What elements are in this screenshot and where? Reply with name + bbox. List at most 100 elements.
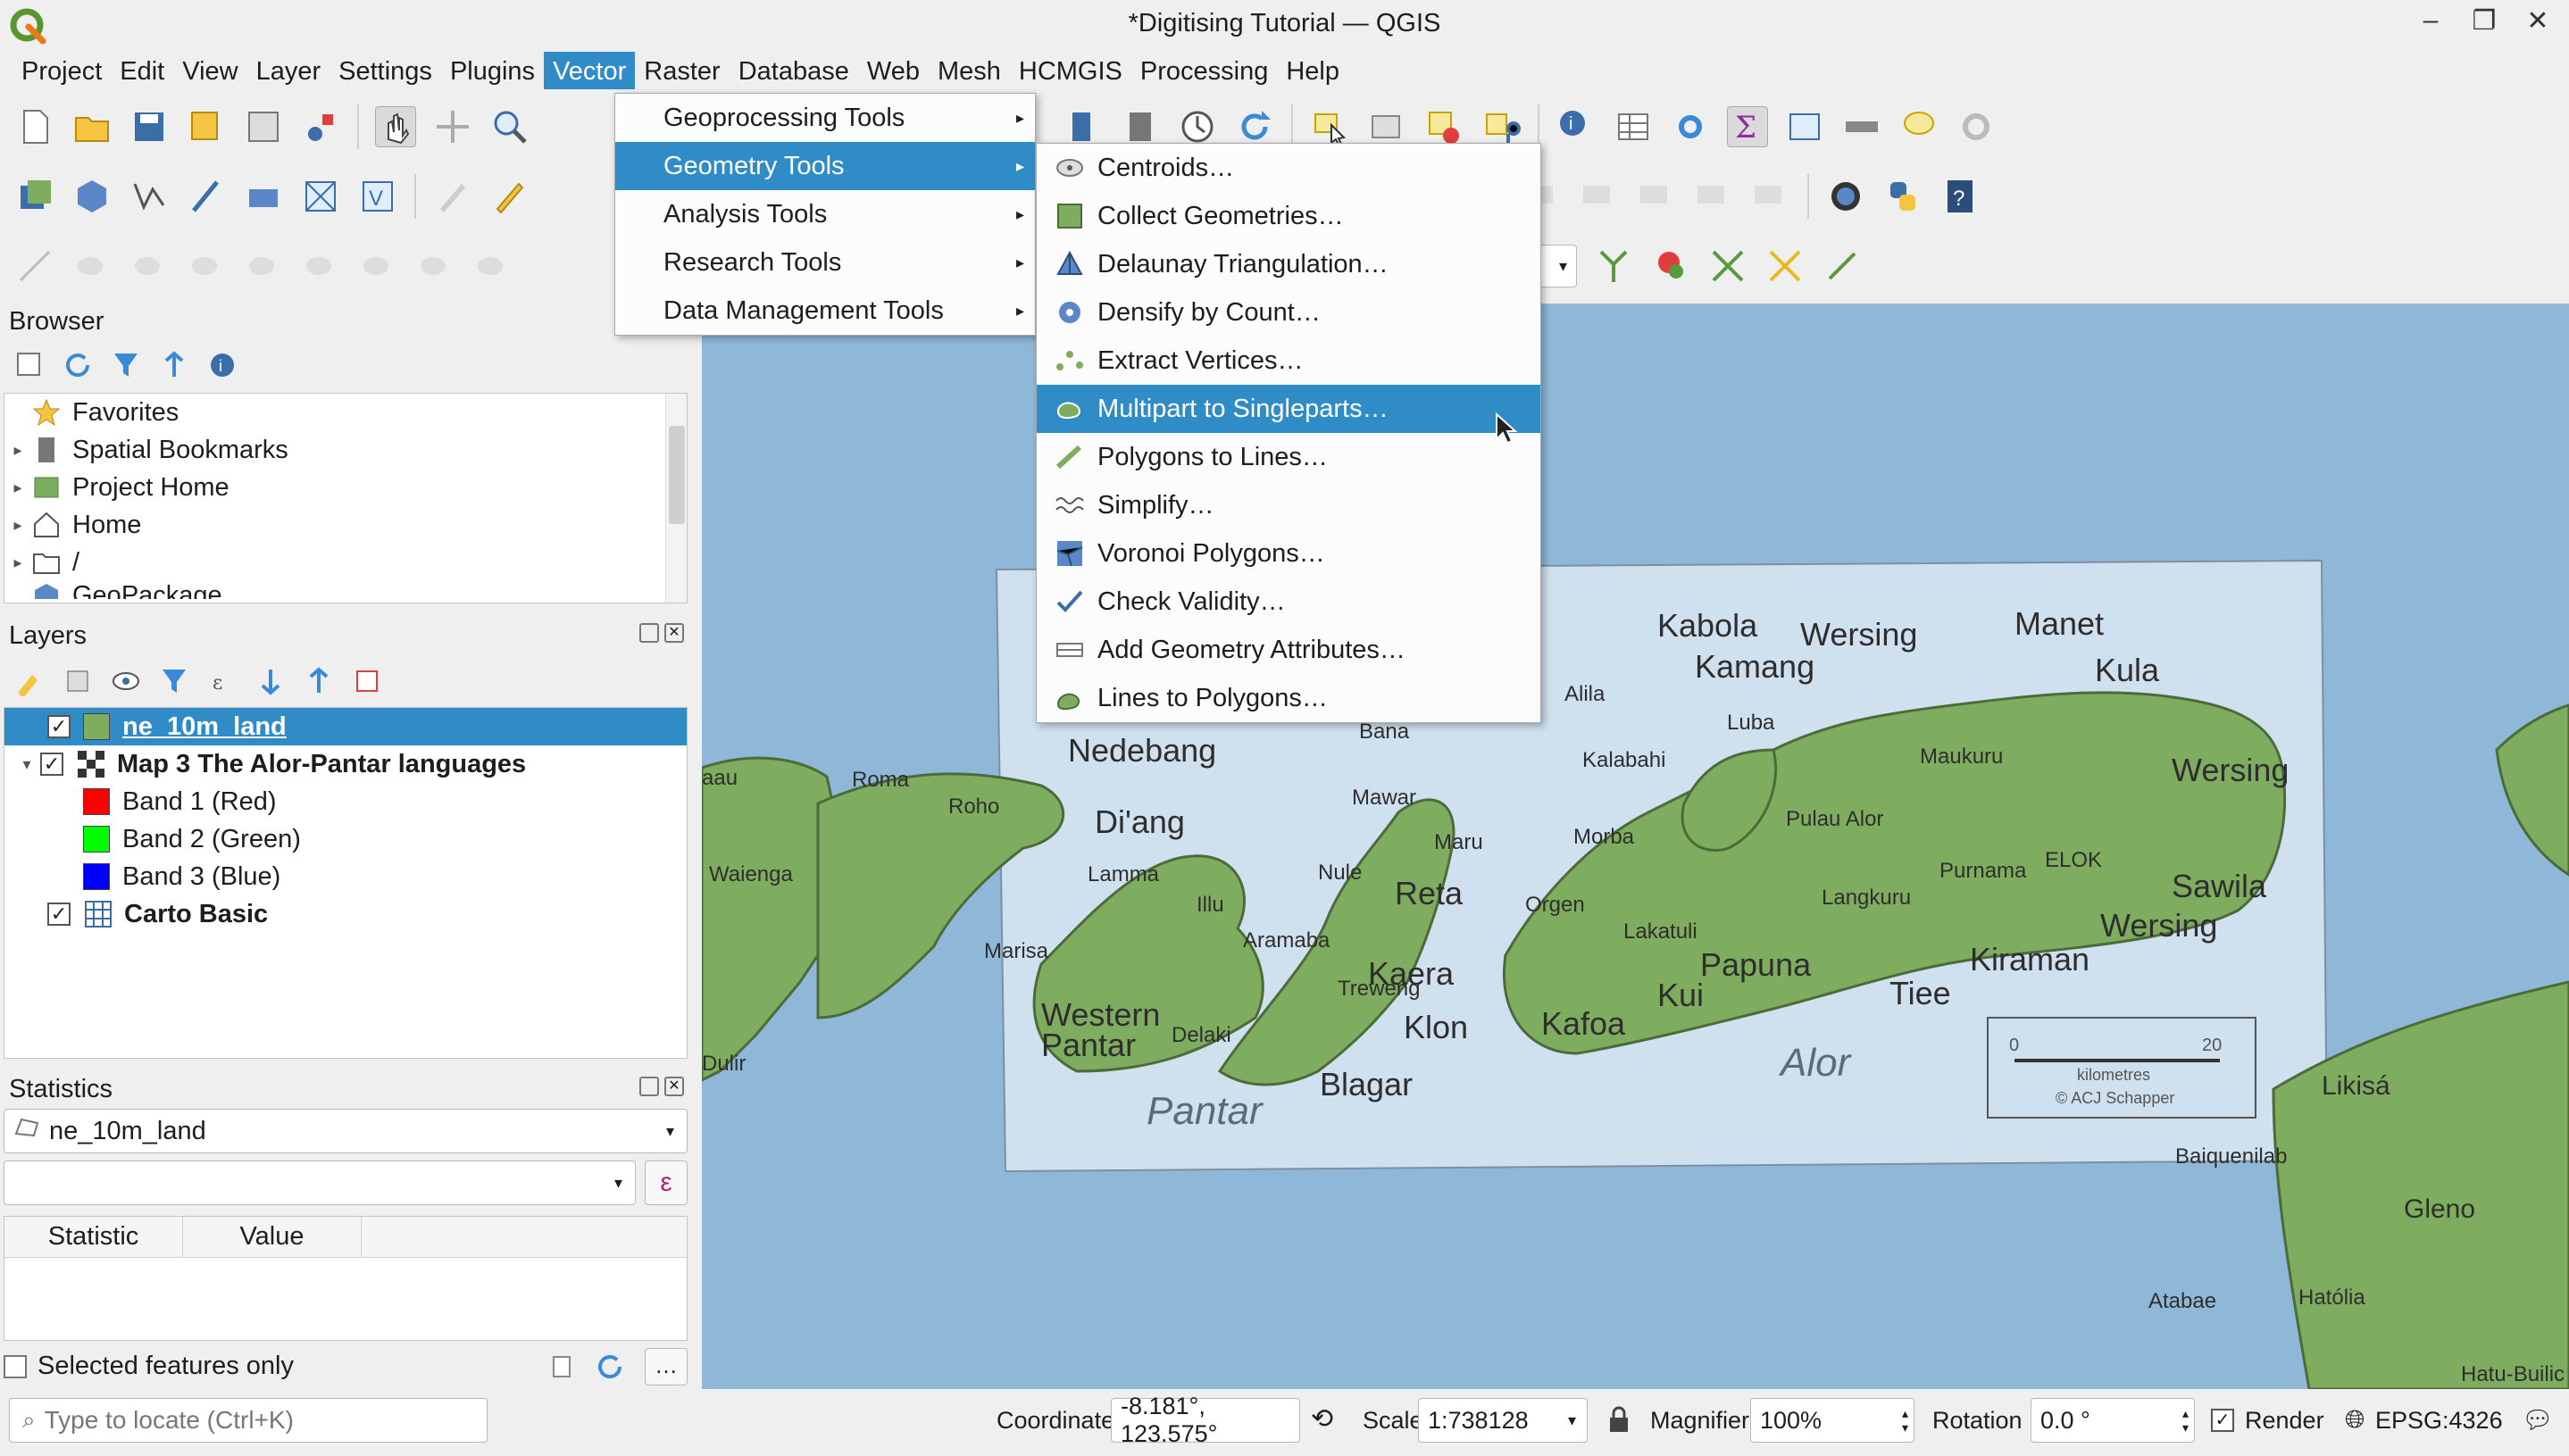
expand-all-icon[interactable] [255, 666, 286, 696]
trace-icon[interactable] [1764, 245, 1806, 287]
save-project-icon[interactable] [129, 106, 170, 147]
label-rotate-icon[interactable] [1693, 176, 1734, 217]
label-move-icon[interactable] [1636, 176, 1677, 217]
python-console-icon[interactable] [1882, 176, 1923, 217]
messages-icon[interactable]: 💬︎ [2522, 1405, 2554, 1435]
topology-icon[interactable] [1650, 245, 1691, 287]
menu-item-voronoi-polygons[interactable]: Voronoi Polygons… [1037, 529, 1540, 578]
select-by-value-icon[interactable] [1366, 106, 1407, 147]
statistics-icon[interactable]: Σ [1727, 106, 1768, 147]
temporal-controller-icon[interactable] [1177, 106, 1218, 147]
toggle-extents-icon[interactable]: ⟲ [1311, 1403, 1333, 1435]
menu-help[interactable]: Help [1277, 52, 1348, 89]
style-manager-icon[interactable] [300, 106, 341, 147]
menu-item-multipart-to-singleparts[interactable]: Multipart to Singleparts… [1037, 385, 1540, 433]
rotation-spinbox[interactable]: 0.0 ° ▴ ▾ [2031, 1398, 2195, 1443]
scale-select[interactable]: 1:738128 ▾ [1418, 1398, 1588, 1443]
crs-button[interactable]: EPSG:4326 [2375, 1407, 2503, 1435]
menu-item-add-geometry-attributes[interactable]: Add Geometry Attributes… [1037, 626, 1540, 674]
menu-item-collect-geometries[interactable]: Collect Geometries… [1037, 192, 1540, 240]
snapping-tool-icon[interactable] [1593, 245, 1634, 287]
crs-globe-icon[interactable]: 🌐︎ [2345, 1405, 2365, 1435]
browser-item-project-home[interactable]: ▸ Project Home [4, 469, 687, 506]
offset-curve-icon[interactable] [300, 245, 341, 287]
intersection-icon[interactable] [1707, 245, 1748, 287]
open-table-icon[interactable] [1784, 106, 1825, 147]
attribute-table-icon[interactable] [1613, 106, 1654, 147]
layout-manager-icon[interactable] [243, 106, 284, 147]
menu-layer[interactable]: Layer [247, 52, 330, 89]
magnifier-spinbox[interactable]: 100% ▴ ▾ [1750, 1398, 1914, 1443]
menu-item-simplify[interactable]: Simplify… [1037, 481, 1540, 529]
map-tips-icon[interactable] [1898, 106, 1939, 147]
refresh-icon[interactable] [63, 350, 93, 380]
add-group-icon[interactable] [63, 666, 93, 696]
menu-processing[interactable]: Processing [1131, 52, 1277, 89]
menu-item-data-management-tools[interactable]: Data Management Tools ▸ [615, 287, 1035, 335]
menu-item-check-validity[interactable]: Check Validity… [1037, 578, 1540, 626]
menu-hcmgis[interactable]: HCMGIS [1010, 52, 1131, 89]
open-project-icon[interactable] [71, 106, 113, 147]
collapse-all-icon[interactable] [159, 350, 189, 380]
help-icon[interactable]: ? [1939, 176, 1981, 217]
statistics-layer-select[interactable]: ne_10m_land ▾ [4, 1109, 688, 1153]
rotate-point-icon[interactable] [471, 245, 513, 287]
add-selected-layers-icon[interactable] [14, 350, 45, 380]
layer-visibility-checkbox[interactable]: ✓ [47, 715, 71, 738]
measure-icon[interactable] [1841, 106, 1882, 147]
browser-item-geopackage[interactable]: GeoPackage [4, 581, 687, 599]
render-checkbox[interactable]: ✓ [2211, 1409, 2234, 1432]
menu-plugins[interactable]: Plugins [441, 52, 544, 89]
filter-expression-icon[interactable]: ε [207, 666, 238, 696]
toggle-editing-icon[interactable] [489, 176, 530, 217]
close-panel-icon[interactable]: ✕ [664, 1077, 684, 1096]
menu-item-research-tools[interactable]: Research Tools ▸ [615, 238, 1035, 287]
refresh-icon[interactable] [596, 1353, 623, 1380]
info-icon[interactable]: i [207, 350, 238, 380]
column-header-statistic[interactable]: Statistic [4, 1217, 183, 1257]
layer-item[interactable]: ✓ Carto Basic [4, 895, 687, 933]
menu-raster[interactable]: Raster [635, 52, 729, 89]
add-mesh-icon[interactable] [300, 176, 341, 217]
save-as-icon[interactable] [186, 106, 227, 147]
minimize-button[interactable]: – [2417, 5, 2444, 37]
menu-item-analysis-tools[interactable]: Analysis Tools ▸ [615, 190, 1035, 238]
menu-settings[interactable]: Settings [329, 52, 441, 89]
label-pin-icon[interactable] [1579, 176, 1620, 217]
scrollbar-thumb[interactable] [669, 426, 685, 524]
snapping-options-icon[interactable] [1822, 245, 1863, 287]
layer-visibility-checkbox[interactable]: ✓ [47, 903, 71, 926]
menu-mesh[interactable]: Mesh [929, 52, 1010, 89]
add-vector-icon[interactable] [129, 176, 170, 217]
statistics-field-select[interactable]: ▾ [4, 1161, 636, 1205]
close-panel-icon[interactable]: ✕ [664, 623, 684, 643]
float-panel-icon[interactable] [639, 623, 659, 643]
data-source-manager-icon[interactable] [14, 176, 55, 217]
collapse-all-icon[interactable] [304, 666, 334, 696]
copy-icon[interactable] [548, 1353, 575, 1380]
add-wms-icon[interactable] [243, 176, 284, 217]
current-edits-icon[interactable] [432, 176, 473, 217]
map-canvas[interactable]: Kabola Wersing Manet Kamang Kula Alila Luba Mau… [702, 304, 2569, 1389]
lock-scale-icon[interactable] [1607, 1405, 1631, 1434]
browser-item-home[interactable]: ▸ Home [4, 506, 687, 544]
deselect-icon[interactable] [1423, 106, 1464, 147]
settings-disabled-icon[interactable] [1956, 106, 1997, 147]
menu-web[interactable]: Web [858, 52, 929, 89]
browser-item-favorites[interactable]: Favorites [4, 394, 687, 431]
expand-arrow[interactable]: ▾ [13, 755, 40, 774]
menu-vector[interactable]: Vector [544, 52, 636, 89]
show-bookmarks-icon[interactable] [1120, 106, 1161, 147]
reshape-icon[interactable] [243, 245, 284, 287]
add-ring-icon[interactable] [71, 245, 113, 287]
more-options-button[interactable]: … [645, 1348, 688, 1385]
manage-visibility-icon[interactable] [111, 666, 141, 696]
split-parts-icon[interactable] [357, 245, 398, 287]
menu-view[interactable]: View [173, 52, 246, 89]
coordinate-field[interactable]: -8.181°, 123.575° [1111, 1393, 1300, 1447]
menu-item-densify-by-count[interactable]: Densify by Count… [1037, 288, 1540, 337]
processing-toolbox-icon[interactable] [1670, 106, 1711, 147]
float-panel-icon[interactable] [639, 1077, 659, 1096]
menu-item-geometry-tools[interactable]: Geometry Tools ▸ [615, 142, 1035, 190]
selected-only-checkbox[interactable] [4, 1354, 27, 1378]
